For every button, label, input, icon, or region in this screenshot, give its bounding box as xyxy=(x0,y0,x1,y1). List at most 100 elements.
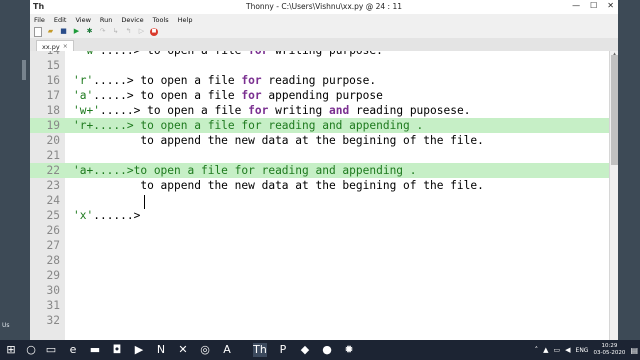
line-number: 30 xyxy=(46,284,60,297)
code-line[interactable]: 19 'r+.....> to open a file for reading a… xyxy=(30,118,609,133)
code-line[interactable]: 18 'w+'.....> to open a file for writing … xyxy=(30,103,609,118)
debug-icon[interactable]: ✱ xyxy=(85,27,94,36)
code-line[interactable]: 31 xyxy=(30,298,609,313)
powerpoint-icon[interactable]: P xyxy=(276,343,290,357)
new-file-icon[interactable] xyxy=(34,26,42,37)
line-number: 28 xyxy=(46,254,60,267)
menu-run[interactable]: Run xyxy=(100,16,112,24)
line-number: 24 xyxy=(46,194,60,207)
maximize-button[interactable]: ☐ xyxy=(590,1,597,10)
volume-icon[interactable]: ◀ xyxy=(565,346,570,354)
language-indicator[interactable]: ENG xyxy=(576,347,589,354)
stop-icon[interactable]: ■ xyxy=(150,27,158,36)
toolbar: ▰ ■ ▶ ✱ ↷ ↳ ↰ ▷ ■ xyxy=(30,25,618,38)
task-view-icon[interactable]: ▭ xyxy=(44,343,58,357)
scrollbar-thumb[interactable] xyxy=(611,55,618,165)
line-number: 20 xyxy=(46,134,60,147)
media-player-icon[interactable]: ▶ xyxy=(132,343,146,357)
line-number: 18 xyxy=(46,104,60,117)
close-window-button[interactable]: ✕ xyxy=(607,1,614,10)
app-icon-a[interactable]: A xyxy=(220,343,234,357)
line-number: 26 xyxy=(46,224,60,237)
app-icon-sun[interactable]: ✹ xyxy=(342,343,356,357)
desktop-window-edge xyxy=(22,60,26,80)
open-folder-icon[interactable]: ▰ xyxy=(46,27,55,36)
chevron-up-icon[interactable]: ˄ xyxy=(535,346,539,354)
tab-label: xx.py xyxy=(42,42,60,51)
line-number: 19 xyxy=(46,119,60,132)
menu-view[interactable]: View xyxy=(75,16,90,24)
tab-close-icon[interactable]: × xyxy=(63,43,68,50)
clock-date: 03-05-2020 xyxy=(593,350,626,356)
menu-file[interactable]: File xyxy=(34,16,45,24)
system-tray: ˄ ▲ ▭ ◀ ENG 10:29 03-05-2020 ▤ xyxy=(535,343,638,357)
step-over-icon[interactable]: ↷ xyxy=(98,27,107,36)
code-line[interactable]: 28 xyxy=(30,253,609,268)
code-line[interactable]: 32 xyxy=(30,313,609,328)
resume-icon[interactable]: ▷ xyxy=(137,27,146,36)
tab-bar: xx.py × xyxy=(30,38,618,52)
code-editor[interactable]: 14 'w'.....> to open a file for writing … xyxy=(30,51,609,340)
save-icon[interactable]: ■ xyxy=(59,27,68,36)
line-number: 27 xyxy=(46,239,60,252)
window-title: Thonny - C:\Users\Vishnu\xx.py @ 24 : 11 xyxy=(245,2,403,11)
line-text: 'w'.....> to open a file for writing pur… xyxy=(73,51,383,58)
code-line[interactable]: 17 'a'.....> to open a file for appending… xyxy=(30,88,609,103)
line-text: 'a'.....> to open a file for appending p… xyxy=(73,89,383,102)
vertical-scrollbar[interactable]: ▲ xyxy=(609,51,618,340)
code-line[interactable]: 22 'a+.....>to open a file for reading an… xyxy=(30,163,609,178)
clock[interactable]: 10:29 03-05-2020 xyxy=(593,343,625,357)
app-icon-s[interactable]: ◆ xyxy=(298,343,312,357)
line-number: 14 xyxy=(30,51,60,58)
thonny-taskbar-icon[interactable]: Th xyxy=(253,343,267,357)
desktop-background-right xyxy=(618,0,640,340)
notification-icon[interactable]: ▤ xyxy=(630,346,638,355)
menu-tools[interactable]: Tools xyxy=(153,16,169,24)
desktop-label: Us xyxy=(2,322,10,329)
battery-icon[interactable]: ▭ xyxy=(554,346,561,354)
code-line[interactable]: 27 xyxy=(30,238,609,253)
line-number: 16 xyxy=(46,74,60,87)
minimize-button[interactable]: — xyxy=(572,1,580,10)
menu-help[interactable]: Help xyxy=(178,16,193,24)
line-text: 'r+.....> to open a file for reading and… xyxy=(73,119,424,132)
code-line[interactable]: 16 'r'.....> to open a file for reading p… xyxy=(30,73,609,88)
code-line[interactable]: 26 xyxy=(30,223,609,238)
line-text: to append the new data at the begining o… xyxy=(73,134,484,147)
code-line[interactable]: 21 xyxy=(30,148,609,163)
code-line[interactable]: 23 to append the new data at the beginin… xyxy=(30,178,609,193)
step-into-icon[interactable]: ↳ xyxy=(111,27,120,36)
code-line[interactable]: 25 'x'......> xyxy=(30,208,609,223)
code-line[interactable]: 30 xyxy=(30,283,609,298)
line-number: 32 xyxy=(46,314,60,327)
app-icon-n[interactable]: N xyxy=(154,343,168,357)
store-icon[interactable]: ◘ xyxy=(110,343,124,357)
app-icon-x[interactable]: ✕ xyxy=(176,343,190,357)
edge-icon[interactable]: e xyxy=(66,343,80,357)
title-bar[interactable]: Th Thonny - C:\Users\Vishnu\xx.py @ 24 :… xyxy=(30,0,618,14)
menu-edit[interactable]: Edit xyxy=(54,16,67,24)
screen: Us Th Thonny - C:\Users\Vishnu\xx.py @ 2… xyxy=(0,0,640,360)
line-text: to append the new data at the begining o… xyxy=(73,179,484,192)
run-icon[interactable]: ▶ xyxy=(72,27,81,36)
code-line[interactable]: 15 xyxy=(30,58,609,73)
line-text: 'r'.....> to open a file for reading pur… xyxy=(73,74,377,87)
code-line[interactable]: 29 xyxy=(30,268,609,283)
windows-start-icon[interactable]: ⊞ xyxy=(4,343,18,357)
chrome-icon[interactable]: ◎ xyxy=(198,343,212,357)
file-explorer-icon[interactable]: ▬ xyxy=(88,343,102,357)
menu-device[interactable]: Device xyxy=(121,16,143,24)
line-text: 'x'......> xyxy=(73,209,141,222)
line-text: 'w+'.....> to open a file for writing an… xyxy=(73,104,471,117)
search-icon[interactable]: ○ xyxy=(24,343,38,357)
line-number: 29 xyxy=(46,269,60,282)
code-line[interactable]: 20 to append the new data at the beginin… xyxy=(30,133,609,148)
line-number: 31 xyxy=(46,299,60,312)
network-icon[interactable]: ▲ xyxy=(543,346,548,354)
line-number: 25 xyxy=(46,209,60,222)
code-line[interactable]: 14 'w'.....> to open a file for writing … xyxy=(30,51,609,58)
app-icon-cam[interactable]: ● xyxy=(320,343,334,357)
line-number: 21 xyxy=(46,149,60,162)
step-out-icon[interactable]: ↰ xyxy=(124,27,133,36)
code-line[interactable]: 24 xyxy=(30,193,609,208)
